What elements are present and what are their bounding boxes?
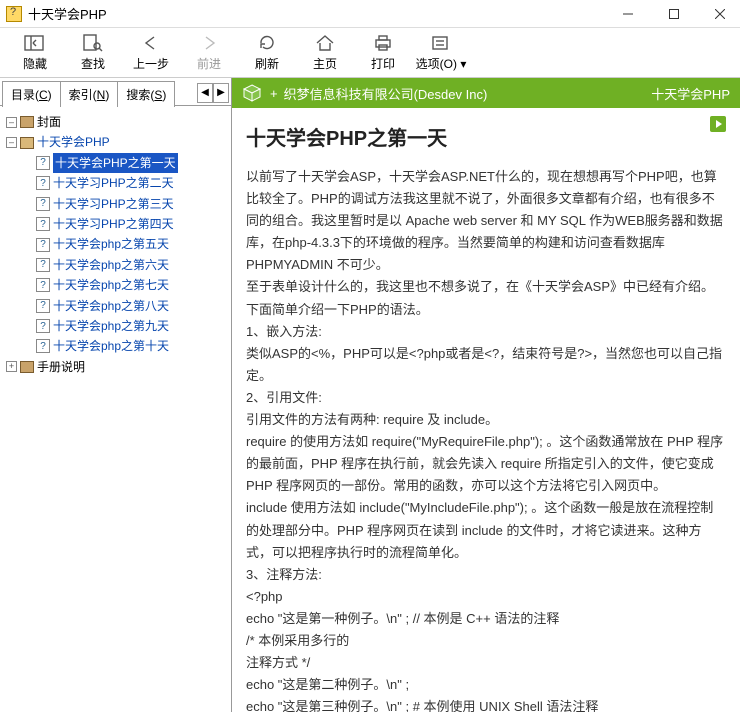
window-title: 十天学会PHP	[28, 4, 614, 23]
refresh-button[interactable]: 刷新	[238, 30, 296, 76]
article-title: 十天学会PHP之第一天	[246, 122, 726, 156]
hide-icon	[24, 33, 46, 53]
cube-icon	[242, 83, 262, 103]
nav-tabs: 目录(C) 索引(N) 搜索(S) ◀ ▶	[0, 78, 231, 106]
tree-item[interactable]: ?十天学会php之第九天	[22, 316, 227, 336]
header-bar: + 织梦信息科技有限公司(Desdev Inc) 十天学会PHP	[232, 78, 740, 108]
tree-root-item[interactable]: –十天学会PHP	[6, 132, 227, 152]
tab-search[interactable]: 搜索(S)	[117, 81, 175, 107]
tree-item[interactable]: ?十天学会php之第七天	[22, 275, 227, 295]
home-label: 主页	[313, 55, 337, 72]
tree-item[interactable]: ?十天学会php之第十天	[22, 336, 227, 356]
company-name: 织梦信息科技有限公司(Desdev Inc)	[284, 84, 488, 103]
maximize-button[interactable]	[660, 4, 688, 24]
find-icon	[82, 33, 104, 53]
toolbar: 隐藏 查找 上一步 前进 刷新 主页 打印 选项(O) ▾	[0, 28, 740, 78]
print-label: 打印	[371, 55, 395, 72]
refresh-label: 刷新	[255, 55, 279, 72]
home-button[interactable]: 主页	[296, 30, 354, 76]
plus-icon: +	[270, 86, 278, 101]
options-label: 选项(O) ▾	[416, 55, 467, 72]
window-controls	[614, 4, 734, 24]
tree-cover[interactable]: –封面	[6, 112, 227, 132]
forward-button: 前进	[180, 30, 238, 76]
hide-label: 隐藏	[23, 55, 47, 72]
forward-icon	[198, 33, 220, 53]
tree-item[interactable]: ?十天学会php之第八天	[22, 296, 227, 316]
tab-index[interactable]: 索引(N)	[60, 81, 119, 107]
back-icon	[140, 33, 162, 53]
home-icon	[314, 33, 336, 53]
tree-manual[interactable]: +手册说明	[6, 357, 227, 377]
tree-item[interactable]: ?十天学习PHP之第三天	[22, 194, 227, 214]
print-button[interactable]: 打印	[354, 30, 412, 76]
forward-label: 前进	[197, 55, 221, 72]
header-right: 十天学会PHP	[651, 84, 730, 103]
article[interactable]: 十天学会PHP之第一天 以前写了十天学会ASP，十天学会ASP.NET什么的，现…	[232, 108, 740, 712]
article-body: 以前写了十天学会ASP，十天学会ASP.NET什么的，现在想想再写个PHP吧，也…	[246, 166, 726, 712]
back-button[interactable]: 上一步	[122, 30, 180, 76]
content-pane: + 织梦信息科技有限公司(Desdev Inc) 十天学会PHP 十天学会PHP…	[232, 78, 740, 712]
find-label: 查找	[81, 55, 105, 72]
options-button[interactable]: 选项(O) ▾	[412, 30, 470, 76]
options-icon	[430, 33, 452, 53]
tree-item[interactable]: ?十天学会php之第六天	[22, 255, 227, 275]
hide-button[interactable]: 隐藏	[6, 30, 64, 76]
tabs-prev[interactable]: ◀	[197, 83, 213, 103]
app-icon	[6, 6, 22, 22]
minimize-button[interactable]	[614, 4, 642, 24]
print-icon	[372, 33, 394, 53]
title-bar: 十天学会PHP	[0, 0, 740, 28]
nav-pane: 目录(C) 索引(N) 搜索(S) ◀ ▶ –封面–十天学会PHP?十天学会PH…	[0, 78, 232, 712]
tree-item[interactable]: ?十天学习PHP之第二天	[22, 173, 227, 193]
play-icon[interactable]	[710, 116, 726, 132]
tree-item[interactable]: ?十天学会PHP之第一天	[22, 153, 227, 173]
find-button[interactable]: 查找	[64, 30, 122, 76]
back-label: 上一步	[133, 55, 169, 72]
tree[interactable]: –封面–十天学会PHP?十天学会PHP之第一天?十天学习PHP之第二天?十天学习…	[0, 106, 231, 712]
refresh-icon	[256, 33, 278, 53]
tab-contents[interactable]: 目录(C)	[2, 81, 61, 107]
close-button[interactable]	[706, 4, 734, 24]
tree-item[interactable]: ?十天学会php之第五天	[22, 234, 227, 254]
tabs-next[interactable]: ▶	[213, 83, 229, 103]
tree-item[interactable]: ?十天学习PHP之第四天	[22, 214, 227, 234]
